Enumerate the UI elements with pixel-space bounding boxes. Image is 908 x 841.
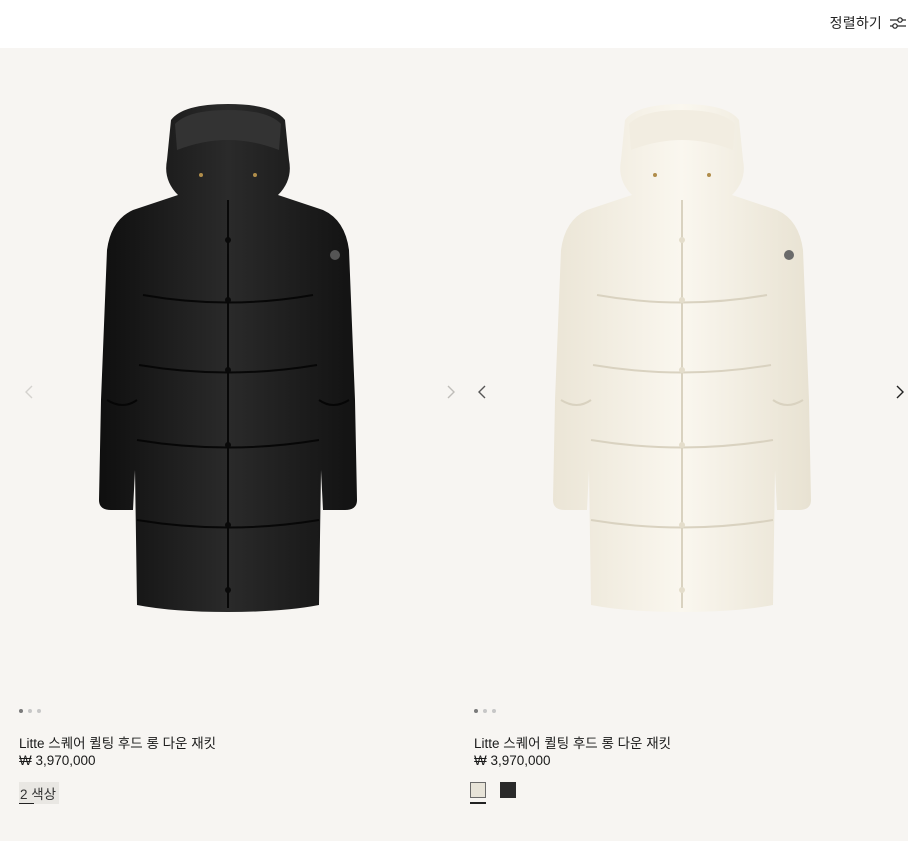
carousel-prev-arrow[interactable] — [20, 378, 38, 406]
product-image-black-coat — [98, 104, 357, 612]
carousel-dot[interactable] — [492, 709, 496, 713]
sort-label: 정렬하기 — [829, 15, 882, 31]
carousel-dots — [474, 709, 496, 713]
carousel-prev-arrow[interactable] — [473, 378, 491, 406]
product-image-carousel[interactable] — [0, 48, 455, 688]
product-image-ivory-coat — [552, 104, 811, 612]
swatch-ivory-chip — [470, 782, 486, 798]
carousel-dot[interactable] — [19, 709, 23, 713]
swatch-selected-indicator — [470, 802, 486, 804]
color-count-link[interactable]: 2 색상 — [19, 782, 60, 804]
product-name[interactable]: Litte 스퀘어 퀼팅 후드 롱 다운 재킷 — [474, 732, 671, 752]
swatch-black-chip — [500, 782, 516, 798]
carousel-dot[interactable] — [28, 709, 32, 713]
color-count-underline — [19, 803, 34, 804]
carousel-next-arrow[interactable] — [891, 378, 908, 406]
swatch-ivory[interactable] — [470, 782, 488, 804]
product-price: ₩ 3,970,000 — [19, 753, 96, 768]
sort-button[interactable]: 정렬하기 — [830, 10, 908, 36]
product-card[interactable]: Litte 스퀘어 퀼팅 후드 롱 다운 재킷 ₩ 3,970,000 2 색상 — [0, 48, 455, 841]
sliders-icon — [890, 17, 906, 29]
carousel-dot[interactable] — [474, 709, 478, 713]
product-image-carousel[interactable] — [455, 48, 908, 688]
color-swatches — [470, 782, 518, 804]
product-price: ₩ 3,970,000 — [474, 753, 551, 768]
carousel-dots — [19, 709, 41, 713]
carousel-dot[interactable] — [37, 709, 41, 713]
carousel-dot[interactable] — [483, 709, 487, 713]
swatch-black[interactable] — [500, 782, 518, 804]
top-bar: 정렬하기 — [0, 0, 908, 48]
product-card[interactable]: Litte 스퀘어 퀼팅 후드 롱 다운 재킷 ₩ 3,970,000 — [455, 48, 908, 841]
product-name[interactable]: Litte 스퀘어 퀼팅 후드 롱 다운 재킷 — [19, 732, 216, 752]
